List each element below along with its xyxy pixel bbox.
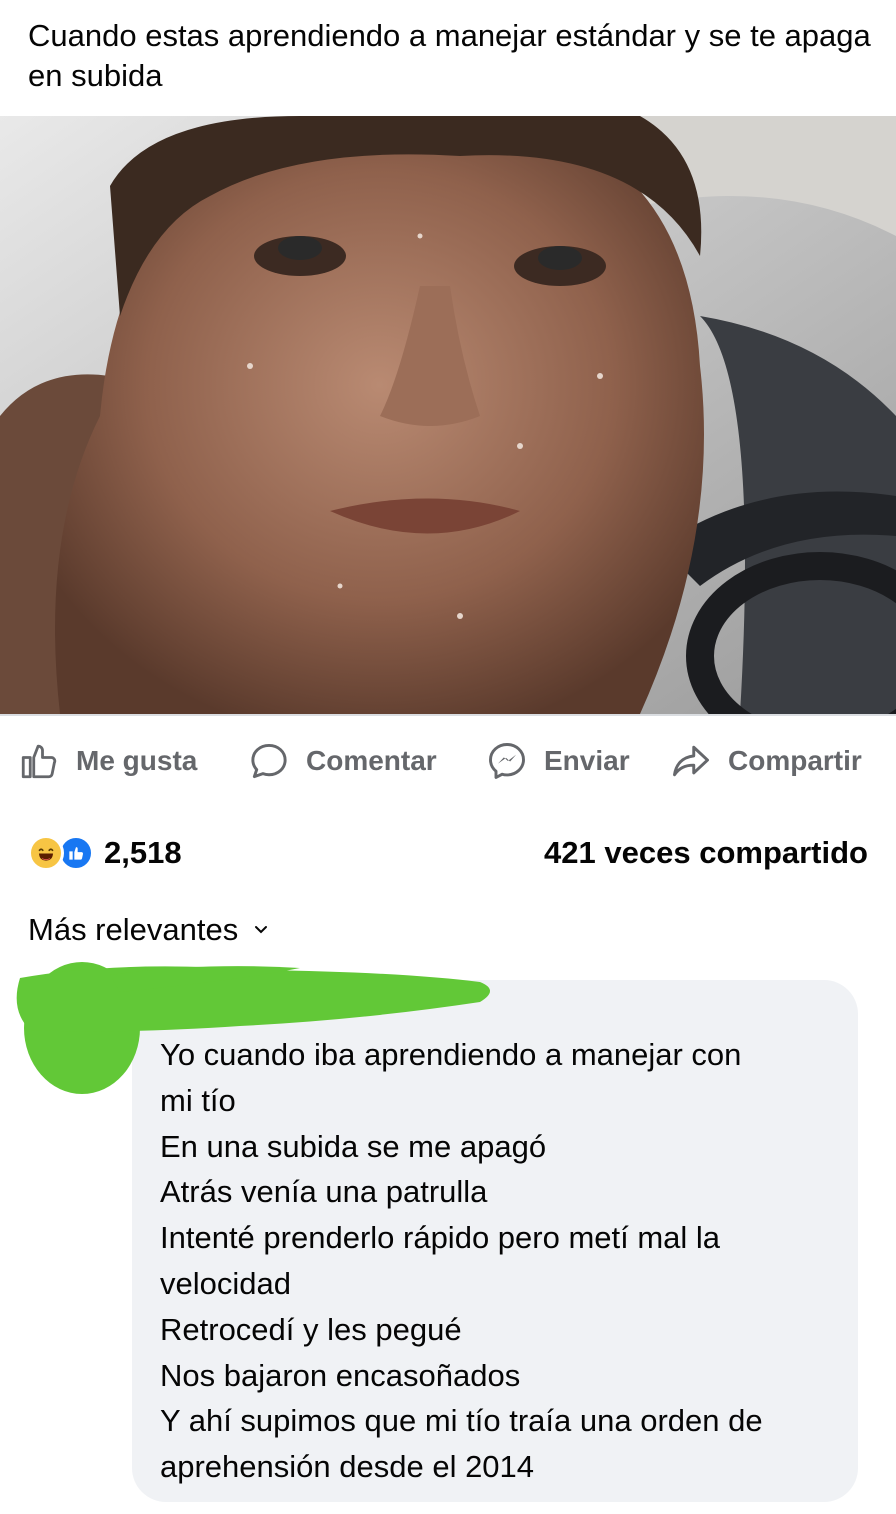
man-in-car-image — [0, 116, 896, 714]
send-label: Enviar — [544, 745, 630, 776]
divider — [0, 714, 896, 716]
post-stats: 2,518 421 veces compartido — [0, 830, 896, 876]
comment-line: Y ahí supimos que mi tío traía una orden… — [160, 1403, 763, 1439]
comment-line: Retrocedí y les pegué — [160, 1311, 462, 1347]
like-button[interactable]: Me gusta — [16, 730, 197, 792]
share-label: Compartir — [728, 745, 862, 776]
comment-line: Nos bajaron encasoñados — [160, 1357, 521, 1393]
comment-label: Comentar — [306, 745, 437, 776]
like-label: Me gusta — [76, 745, 198, 776]
comment-line: En una subida se me apagó — [160, 1128, 547, 1164]
haha-reaction-icon — [28, 835, 64, 871]
comment-text: Yo cuando iba aprendiendo a manejar con … — [160, 1032, 840, 1490]
reaction-count: 2,518 — [104, 835, 182, 870]
share-icon — [668, 738, 714, 784]
comment-line: aprehensión desde el 2014 — [160, 1449, 535, 1485]
thumbs-up-icon — [16, 738, 62, 784]
send-button[interactable]: Enviar — [484, 730, 630, 792]
comment-line: Intenté prenderlo rápido pero metí mal l… — [160, 1220, 721, 1256]
comment-line: velocidad — [160, 1265, 291, 1301]
post-photo[interactable] — [0, 116, 896, 714]
post-caption: Cuando estas aprendiendo a manejar están… — [28, 18, 871, 93]
comment-icon — [246, 738, 292, 784]
comment-button[interactable]: Comentar — [246, 730, 437, 792]
post-action-bar: Me gusta Comentar Enviar Compartir — [0, 730, 896, 792]
comment-line: Atrás venía una patrulla — [160, 1174, 488, 1210]
messenger-icon — [484, 738, 530, 784]
reaction-summary[interactable]: 2,518 — [28, 830, 182, 876]
share-button[interactable]: Compartir — [668, 730, 862, 792]
share-count[interactable]: 421 veces compartido — [544, 830, 868, 876]
redaction-scribble — [16, 962, 491, 1094]
